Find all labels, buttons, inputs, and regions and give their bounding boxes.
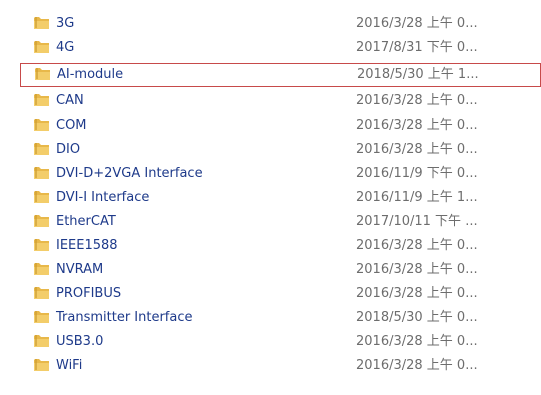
file-date: 2016/3/28 上午 0... xyxy=(356,334,478,349)
list-item[interactable]: DVI-I Interface 2016/11/9 上午 1... xyxy=(30,186,541,210)
list-item[interactable]: DVI-D+2VGA Interface 2016/11/9 下午 0... xyxy=(30,162,541,186)
file-list: 3G 2016/3/28 上午 0... 4G 2017/8/31 下午 0..… xyxy=(0,0,541,395)
list-item[interactable]: WiFi 2016/3/28 上午 0... xyxy=(30,354,541,378)
folder-icon xyxy=(34,118,50,132)
file-name: WiFi xyxy=(56,358,83,373)
folder-icon xyxy=(34,334,50,348)
file-name: AI-module xyxy=(57,67,124,82)
file-name: CAN xyxy=(56,93,84,108)
file-date: 2016/3/28 上午 0... xyxy=(356,93,478,108)
file-date: 2016/11/9 下午 0... xyxy=(356,166,478,181)
folder-icon xyxy=(34,286,50,300)
list-item[interactable]: NVRAM 2016/3/28 上午 0... xyxy=(30,258,541,282)
file-name: COM xyxy=(56,118,87,133)
file-name: DIO xyxy=(56,142,81,157)
folder-icon xyxy=(34,190,50,204)
folder-icon xyxy=(34,142,50,156)
folder-icon xyxy=(34,238,50,252)
file-name: PROFIBUS xyxy=(56,286,122,301)
folder-icon xyxy=(34,310,50,324)
folder-icon xyxy=(34,40,50,54)
folder-icon xyxy=(34,93,50,107)
list-item[interactable]: EtherCAT 2017/10/11 下午 ... xyxy=(30,210,541,234)
file-date: 2018/5/30 上午 0... xyxy=(356,310,478,325)
file-date: 2016/3/28 上午 0... xyxy=(356,286,478,301)
file-name: NVRAM xyxy=(56,262,104,277)
file-name: 3G xyxy=(56,16,75,31)
list-item[interactable]: DIO 2016/3/28 上午 0... xyxy=(30,138,541,162)
file-name: DVI-I Interface xyxy=(56,190,150,205)
folder-icon xyxy=(34,166,50,180)
list-item[interactable]: PROFIBUS 2016/3/28 上午 0... xyxy=(30,282,541,306)
file-name: EtherCAT xyxy=(56,214,116,229)
file-date: 2016/3/28 上午 0... xyxy=(356,142,478,157)
folder-icon xyxy=(34,262,50,276)
list-item[interactable]: IEEE1588 2016/3/28 上午 0... xyxy=(30,234,541,258)
list-item-selected[interactable]: AI-module 2018/5/30 上午 1... xyxy=(20,63,541,87)
file-date: 2016/3/28 上午 0... xyxy=(356,118,478,133)
file-name: DVI-D+2VGA Interface xyxy=(56,166,203,181)
list-item[interactable]: COM 2016/3/28 上午 0... xyxy=(30,114,541,138)
folder-icon xyxy=(35,67,51,81)
file-date: 2016/11/9 上午 1... xyxy=(356,190,478,205)
file-date: 2017/10/11 下午 ... xyxy=(356,214,478,229)
list-item[interactable]: 3G 2016/3/28 上午 0... xyxy=(30,12,541,36)
list-item[interactable]: CAN 2016/3/28 上午 0... xyxy=(30,89,541,113)
file-date: 2016/3/28 上午 0... xyxy=(356,16,478,31)
file-date: 2016/3/28 上午 0... xyxy=(356,262,478,277)
list-item[interactable]: 4G 2017/8/31 下午 0... xyxy=(30,36,541,60)
folder-icon xyxy=(34,214,50,228)
file-date: 2016/3/28 上午 0... xyxy=(356,238,478,253)
list-item[interactable]: USB3.0 2016/3/28 上午 0... xyxy=(30,330,541,354)
file-name: 4G xyxy=(56,40,75,55)
folder-icon xyxy=(34,358,50,372)
list-item[interactable]: Transmitter Interface 2018/5/30 上午 0... xyxy=(30,306,541,330)
file-date: 2017/8/31 下午 0... xyxy=(356,40,478,55)
file-name: IEEE1588 xyxy=(56,238,118,253)
file-name: Transmitter Interface xyxy=(56,310,193,325)
file-date: 2018/5/30 上午 1... xyxy=(357,67,479,82)
file-date: 2016/3/28 上午 0... xyxy=(356,358,478,373)
file-name: USB3.0 xyxy=(56,334,104,349)
folder-icon xyxy=(34,16,50,30)
